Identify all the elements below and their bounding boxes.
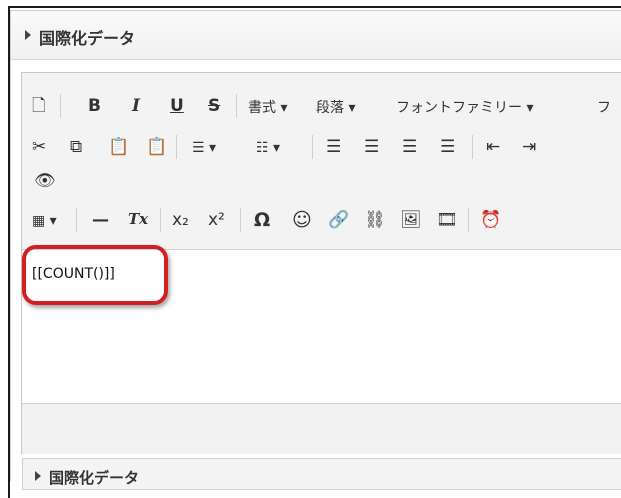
preview-eye-icon[interactable]: 👁 <box>34 173 56 190</box>
next-panel-title: 国際化データ <box>49 469 140 487</box>
panel-header[interactable]: 国際化データ <box>11 11 621 60</box>
font-size-dropdown[interactable]: フ <box>597 101 611 115</box>
align-right-icon[interactable]: ☰ <box>402 139 417 156</box>
table-dropdown[interactable]: ▦ ▾ <box>32 214 57 228</box>
toolbar-separator <box>312 135 313 159</box>
clear-format-icon[interactable]: Tx <box>128 212 148 227</box>
outdent-icon[interactable]: ⇤ <box>486 139 500 156</box>
paste-text-icon[interactable]: 📋 <box>146 139 167 156</box>
panel-title: 国際化データ <box>39 29 136 48</box>
toolbar-separator <box>468 208 469 232</box>
toolbar-separator <box>60 94 61 118</box>
indent-icon[interactable]: ⇥ <box>522 139 536 156</box>
font-family-dropdown[interactable]: フォントファミリー ▾ <box>396 101 533 115</box>
numbered-list-button[interactable]: ☷ ▾ <box>256 141 280 155</box>
align-left-icon[interactable]: ☰ <box>326 139 341 156</box>
italic-button[interactable]: I <box>132 98 140 115</box>
strikethrough-button[interactable]: S <box>208 98 220 115</box>
new-document-icon[interactable]: 🗋 <box>32 98 46 115</box>
toolbar-separator <box>160 208 161 232</box>
toolbar-separator <box>176 135 177 159</box>
special-char-omega-icon[interactable]: Ω <box>254 211 270 230</box>
editor-statusbar <box>22 403 621 454</box>
copy-icon[interactable]: ⧉ <box>70 139 82 156</box>
red-highlight-annotation <box>22 245 168 305</box>
alarm-clock-icon[interactable]: ⏰ <box>480 212 501 229</box>
caret-right-icon[interactable] <box>35 471 41 481</box>
cut-icon[interactable]: ✂ <box>32 139 46 156</box>
justify-icon[interactable]: ☰ <box>440 139 455 156</box>
image-icon[interactable]: 🖼 <box>400 212 422 229</box>
superscript-icon[interactable]: x² <box>208 212 225 229</box>
align-center-icon[interactable]: ☰ <box>364 139 379 156</box>
toolbar-separator <box>236 94 237 118</box>
bullet-list-button[interactable]: ☰ ▾ <box>192 141 216 155</box>
toolbar-separator <box>76 208 77 232</box>
horizontal-rule-icon[interactable]: — <box>92 212 109 229</box>
emoji-icon[interactable]: ☺ <box>292 211 312 230</box>
toolbar-separator <box>472 135 473 159</box>
paragraph-dropdown[interactable]: 段落 ▾ <box>316 101 355 115</box>
paste-icon[interactable]: 📋 <box>108 139 129 156</box>
format-dropdown[interactable]: 書式 ▾ <box>248 101 287 115</box>
toolbar-separator <box>240 208 241 232</box>
unlink-icon[interactable]: ⛓ <box>364 212 386 229</box>
subscript-icon[interactable]: x₂ <box>172 212 189 229</box>
media-icon[interactable]: 🎞 <box>436 212 458 229</box>
bold-button[interactable]: B <box>88 98 101 115</box>
underline-button[interactable]: U <box>170 98 184 115</box>
link-icon[interactable]: 🔗 <box>328 212 349 229</box>
caret-right-icon[interactable] <box>25 30 31 40</box>
editor-toolbar: 🗋 B I U S 書式 ▾ 段落 ▾ フォントファミリー ▾ フ ✂ ⧉ 📋 … <box>22 73 621 250</box>
next-i18n-panel[interactable]: 国際化データ <box>22 458 621 490</box>
